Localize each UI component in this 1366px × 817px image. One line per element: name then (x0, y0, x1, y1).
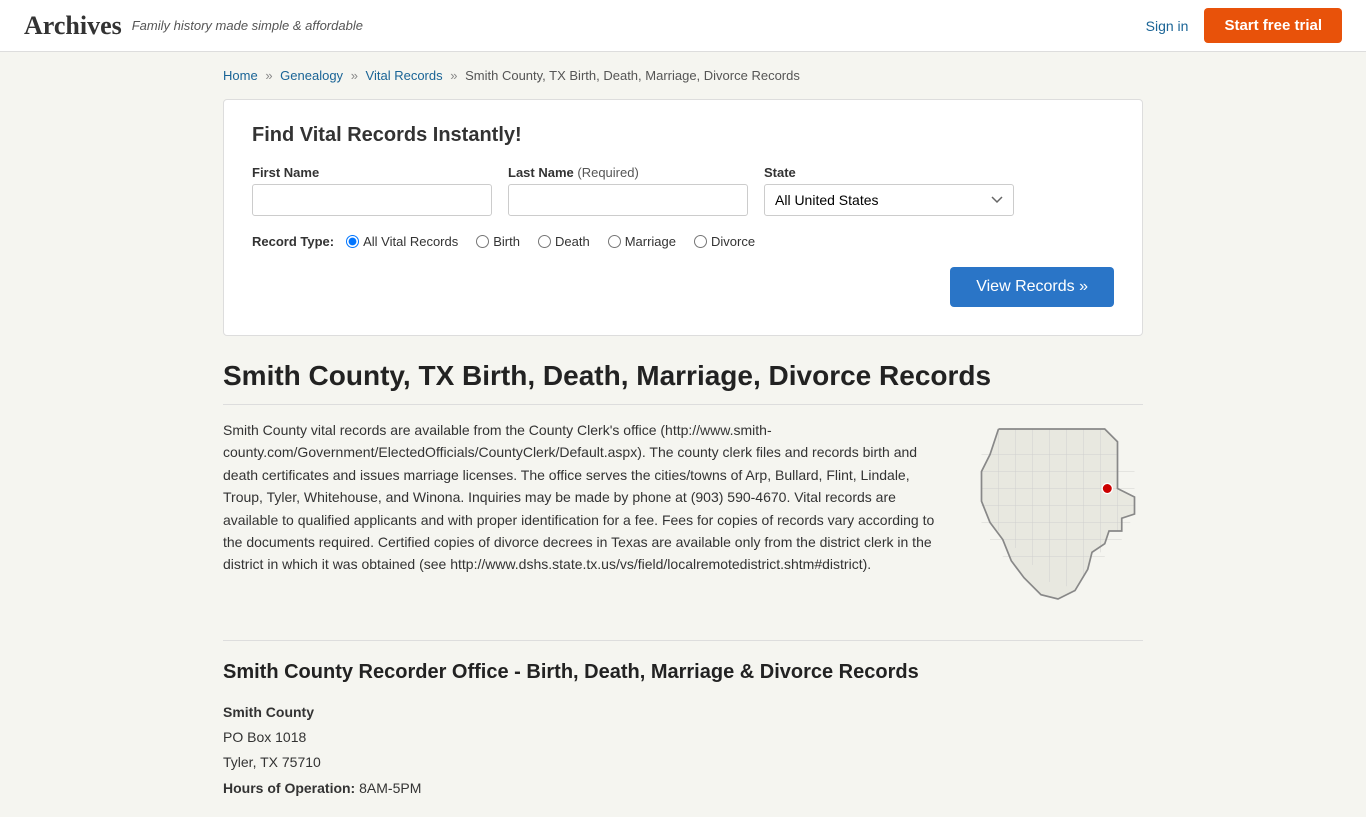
header-left: Archives Family history made simple & af… (24, 11, 363, 41)
site-tagline: Family history made simple & affordable (132, 18, 363, 33)
first-name-group: First Name (252, 165, 492, 216)
hours-value: 8AM-5PM (359, 780, 421, 796)
office-address2: Tyler, TX 75710 (223, 750, 1143, 775)
description-section: Smith County vital records are available… (223, 419, 1143, 612)
record-type-death-radio[interactable] (538, 235, 551, 248)
last-name-group: Last Name (Required) (508, 165, 748, 216)
record-type-divorce-radio[interactable] (694, 235, 707, 248)
site-logo[interactable]: Archives (24, 11, 122, 41)
record-type-divorce[interactable]: Divorce (694, 234, 755, 249)
state-select[interactable]: All United StatesAlabamaAlaskaArizonaArk… (764, 184, 1014, 216)
office-hours: Hours of Operation: 8AM-5PM (223, 776, 1143, 801)
office-name: Smith County (223, 700, 1143, 725)
breadcrumb-sep-2: » (351, 68, 358, 83)
record-type-all-radio[interactable] (346, 235, 359, 248)
state-label: State (764, 165, 1014, 180)
main-content: Home » Genealogy » Vital Records » Smith… (203, 52, 1163, 817)
breadcrumb-genealogy[interactable]: Genealogy (280, 68, 343, 83)
record-type-marriage-radio[interactable] (608, 235, 621, 248)
search-fields-row: First Name Last Name (Required) State Al… (252, 165, 1114, 216)
hours-label: Hours of Operation: (223, 780, 355, 796)
record-type-birth-radio[interactable] (476, 235, 489, 248)
sign-in-link[interactable]: Sign in (1146, 18, 1189, 34)
record-type-label: Record Type: (252, 234, 334, 249)
breadcrumb: Home » Genealogy » Vital Records » Smith… (223, 68, 1143, 83)
header-right: Sign in Start free trial (1146, 8, 1342, 43)
breadcrumb-sep-3: » (450, 68, 457, 83)
office-address1: PO Box 1018 (223, 725, 1143, 750)
search-title: Find Vital Records Instantly! (252, 124, 1114, 147)
last-name-input[interactable] (508, 184, 748, 216)
record-type-death[interactable]: Death (538, 234, 590, 249)
site-header: Archives Family history made simple & af… (0, 0, 1366, 52)
record-type-marriage[interactable]: Marriage (608, 234, 676, 249)
recorder-office-title: Smith County Recorder Office - Birth, De… (223, 640, 1143, 684)
office-details: Smith County PO Box 1018 Tyler, TX 75710… (223, 700, 1143, 801)
page-title: Smith County, TX Birth, Death, Marriage,… (223, 360, 1143, 405)
state-group: State All United StatesAlabamaAlaskaAriz… (764, 165, 1014, 216)
breadcrumb-vital-records[interactable]: Vital Records (366, 68, 443, 83)
search-box: Find Vital Records Instantly! First Name… (223, 99, 1143, 336)
start-trial-button[interactable]: Start free trial (1204, 8, 1342, 43)
view-records-button[interactable]: View Records » (950, 267, 1114, 307)
record-type-birth[interactable]: Birth (476, 234, 520, 249)
view-btn-row: View Records » (252, 267, 1114, 307)
record-type-all[interactable]: All Vital Records (346, 234, 458, 249)
first-name-label: First Name (252, 165, 492, 180)
breadcrumb-sep-1: » (265, 68, 272, 83)
first-name-input[interactable] (252, 184, 492, 216)
breadcrumb-home[interactable]: Home (223, 68, 258, 83)
last-name-label: Last Name (Required) (508, 165, 748, 180)
texas-map (973, 419, 1143, 612)
breadcrumb-current: Smith County, TX Birth, Death, Marriage,… (465, 68, 800, 83)
description-text: Smith County vital records are available… (223, 419, 949, 612)
record-type-row: Record Type: All Vital Records Birth Dea… (252, 234, 1114, 249)
